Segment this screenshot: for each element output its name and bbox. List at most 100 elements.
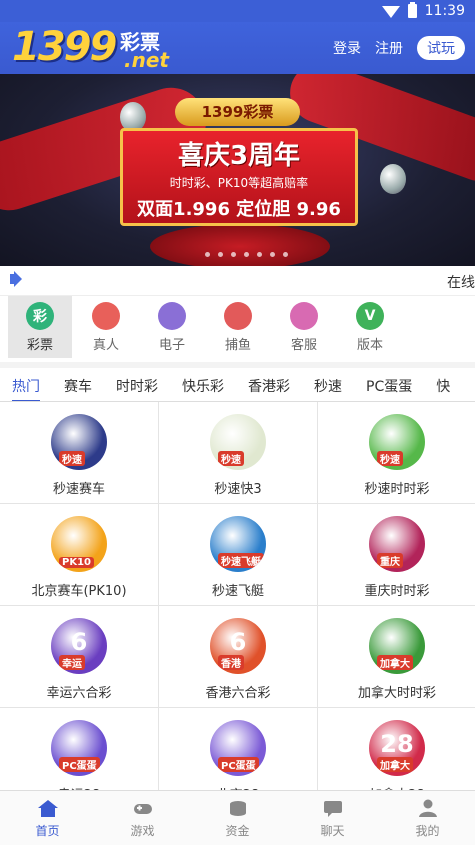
game-label: 香港六合彩 [205,686,271,701]
carousel-dot[interactable] [270,252,275,257]
game-tabs: 热门 赛车 时时彩 快乐彩 香港彩 秒速 PC蛋蛋快 [0,368,475,402]
game-icon-number: 6 [70,628,88,656]
category-label: 真人 [92,337,119,353]
game-tile[interactable]: PC蛋蛋幸运28 [0,708,158,790]
home-icon [37,799,58,817]
game-label: 北京赛车(PK10) [31,584,127,599]
category-cards[interactable]: 真人 [74,296,138,358]
carousel-dot[interactable] [205,252,210,257]
category-label: 版本 [356,337,383,353]
category-headset[interactable]: 客服 [272,296,336,358]
game-label: 加拿大时时彩 [357,686,436,701]
category-joystick[interactable]: 电子 [140,296,204,358]
fish-icon [224,301,252,330]
carousel-dot[interactable] [257,252,262,257]
category-version[interactable]: V 版本 [338,296,402,358]
game-tile[interactable]: PK10 北京赛车(PK10) [0,504,158,605]
game-tile[interactable]: PC蛋蛋北京28 [159,708,317,790]
game-label: 秒速时时彩 [364,482,430,497]
banner-title: 1399彩票 [175,98,300,126]
logo-net-text: .net [124,48,169,72]
login-link[interactable]: 登录 [333,38,361,58]
notice-text: 在线 [447,275,475,291]
speedboat-icon: 秒速飞艇 [210,516,266,572]
category-label: 客服 [290,337,317,353]
category-row: 彩彩票真人 电子 捕鱼 客服 V 版本 [0,296,475,362]
nav-gamepad[interactable]: 游戏 [95,791,190,845]
version-icon: V [356,301,384,330]
game-tile[interactable]: 重庆 重庆时时彩 [318,504,475,605]
bottom-nav: 首页 游戏 资金 聊天 我的 [0,790,475,845]
nav-chat[interactable]: 聊天 [285,791,380,845]
chick-icon: PC蛋蛋 [210,720,266,776]
banner-board: 喜庆3周年 时时彩、PK10等超高赔率 双面1.996 定位胆 9.96 [120,128,358,226]
gamepad-icon [133,803,152,814]
race-car-icon: PK10 [51,516,107,572]
carousel-dot[interactable] [283,252,288,257]
category-label: 电子 [158,337,185,353]
game-icon-tag: 秒速 [377,451,403,466]
trial-button[interactable]: 试玩 [417,36,465,60]
nav-coins[interactable]: 资金 [190,791,285,845]
tab-item[interactable]: PC蛋蛋 [366,368,412,401]
game-tile[interactable]: 28加拿大加拿大28 [318,708,475,790]
carousel-dot[interactable] [231,252,236,257]
game-icon-number: 6 [229,628,247,656]
user-icon [418,799,437,817]
status-bar: 11:39 [0,0,475,22]
clock-icon: 秒速 [369,414,425,470]
balloon-icon [380,164,406,194]
game-tile[interactable]: 6 香港香港六合彩 [159,606,317,707]
game-tile[interactable]: 秒速飞艇 秒速飞艇 [159,504,317,605]
game-tile[interactable]: 加拿大 加拿大时时彩 [318,606,475,707]
logo-number: 1399 [12,24,117,70]
tab-item[interactable]: 热门 [12,368,40,401]
nav-label: 聊天 [320,823,345,838]
tab-item[interactable]: 秒速 [314,368,342,401]
coins-icon [229,800,246,816]
promo-banner[interactable]: 1399彩票 喜庆3周年 时时彩、PK10等超高赔率 双面1.996 定位胆 9… [0,74,475,266]
nav-label: 首页 [35,823,60,838]
game-icon-tag: 香港 [218,655,244,670]
game-label: 幸运六合彩 [46,686,112,701]
nav-user[interactable]: 我的 [380,791,475,845]
tab-item[interactable]: 赛车 [64,368,92,401]
carousel-dot[interactable] [244,252,249,257]
game-icon-tag: PC蛋蛋 [59,757,100,772]
category-fish[interactable]: 捕鱼 [206,296,270,358]
game-icon-tag: 加拿大 [377,655,413,670]
game-icon-number: 28 [380,730,414,758]
tab-item[interactable]: 快 [436,368,450,401]
game-tile[interactable]: 秒速 秒速赛车 [0,402,158,503]
nav-label: 我的 [415,823,440,838]
carousel-dot[interactable] [218,252,223,257]
headset-icon [290,301,318,330]
dice-icon: 秒速 [210,414,266,470]
nav-home[interactable]: 首页 [0,791,95,845]
category-lottery[interactable]: 彩彩票 [8,296,72,358]
game-tile[interactable]: 秒速秒速时时彩 [318,402,475,503]
wifi-icon [381,6,400,18]
chat-icon [323,800,342,817]
game-tile[interactable]: 秒速 秒速快3 [159,402,317,503]
chick-icon: PC蛋蛋 [51,720,107,776]
status-time: 11:39 [424,3,465,19]
battery-icon [407,2,417,18]
banner-odds: 双面1.996 定位胆 9.96 [137,199,341,220]
clock-icon: 重庆 [369,516,425,572]
game-tile[interactable]: 6 幸运 幸运六合彩 [0,606,158,707]
category-label: 捕鱼 [224,337,251,353]
game-icon-tag: PC蛋蛋 [218,757,259,772]
game-grid: 秒速 秒速赛车 秒速 秒速快3 秒速 秒速时时彩 PK10 北京赛车(PK10) 秒速飞艇 秒速飞… [0,402,475,790]
game-icon-tag: 秒速 [59,451,85,466]
tab-item[interactable]: 快乐彩 [182,368,224,401]
carousel-dots[interactable] [205,252,288,257]
tab-item[interactable]: 香港彩 [248,368,290,401]
game-icon-tag: 加拿大 [377,757,413,772]
tab-item[interactable]: 时时彩 [116,368,158,401]
app-header: 1399 彩票 .net 登录 注册 试玩 [0,22,475,74]
register-link[interactable]: 注册 [375,38,403,58]
game-icon-tag: 秒速 [218,451,244,466]
canada-28-icon: 28 加拿大 [369,720,425,776]
game-icon-tag: PK10 [59,557,94,568]
